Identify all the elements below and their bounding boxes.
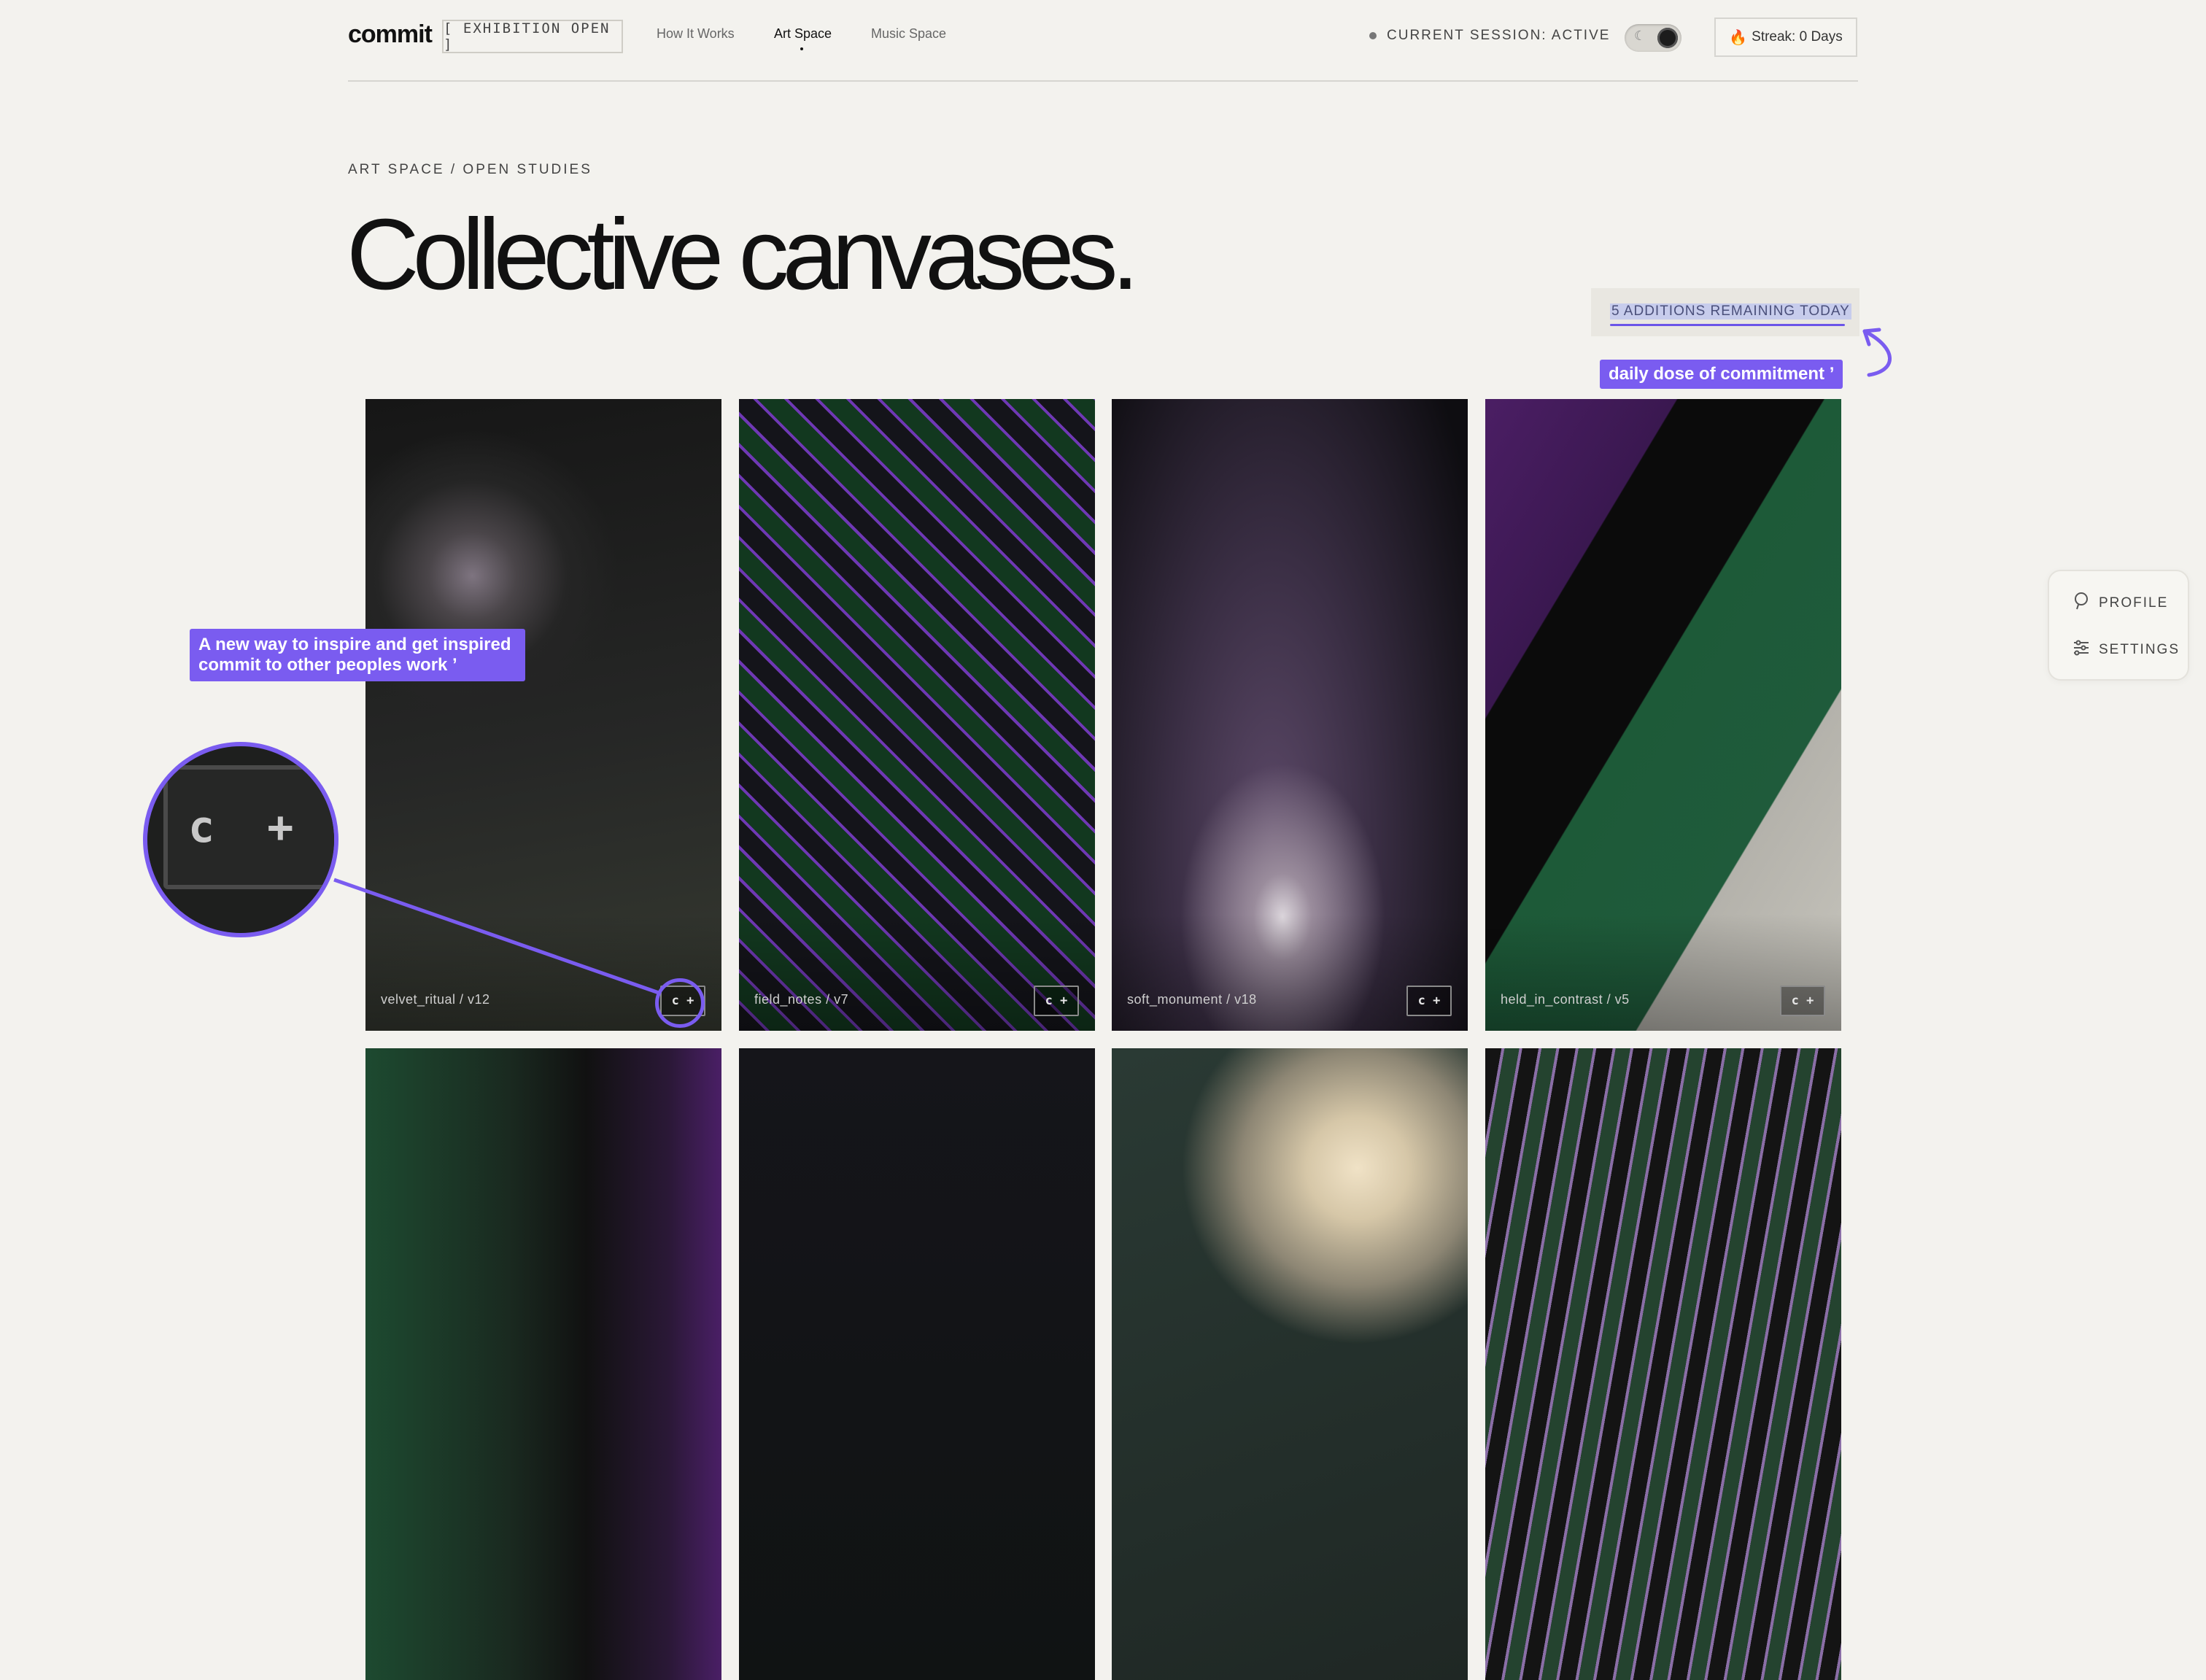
highlight-underline (1610, 324, 1845, 326)
side-menu-profile[interactable]: PROFILE (2071, 592, 2168, 615)
moon-icon: ☾ (1634, 28, 1646, 43)
fire-icon: 🔥 (1729, 29, 1748, 46)
canvas-card[interactable]: held_in_contrast / v5 c + (1485, 399, 1841, 1031)
highlight-ring (655, 978, 705, 1028)
canvas-card-label: velvet_ritual / v12 (381, 992, 490, 1007)
canvas-card-label: held_in_contrast / v5 (1501, 992, 1630, 1007)
remaining-additions-box: 5 ADDITIONS REMAINING TODAY (1591, 288, 1859, 336)
daily-dose-annotation: daily dose of commitment ʼ (1600, 360, 1843, 389)
profile-icon (2071, 592, 2091, 615)
inspire-annotation: A new way to inspire and get inspired co… (190, 629, 525, 681)
canvas-card-label: field_notes / v7 (754, 992, 849, 1007)
inspire-annotation-line2: commit to other peoples work ʼ (198, 655, 457, 675)
active-nav-indicator (800, 47, 803, 50)
session-dot-icon (1369, 32, 1377, 39)
canvas-card[interactable] (739, 1048, 1095, 1680)
side-menu: PROFILE SETTINGS (2048, 570, 2189, 681)
magnified-commit-button: c + (163, 765, 334, 889)
canvas-card[interactable]: field_notes / v7 c + (739, 399, 1095, 1031)
streak-label: Streak: 0 Days (1752, 29, 1843, 44)
remaining-additions-label: 5 ADDITIONS REMAINING TODAY (1610, 303, 1851, 320)
side-menu-settings[interactable]: SETTINGS (2071, 640, 2180, 660)
session-status-label: CURRENT SESSION: ACTIVE (1387, 28, 1611, 43)
nav-how-it-works[interactable]: How It Works (657, 26, 735, 42)
session-status: CURRENT SESSION: ACTIVE (1369, 28, 1610, 44)
exhibition-status-badge: [ EXHIBITION OPEN ] (442, 20, 623, 53)
nav-music-space[interactable]: Music Space (871, 26, 946, 42)
canvas-card[interactable] (1485, 1048, 1841, 1680)
canvas-card-label: soft_monument / v18 (1127, 992, 1257, 1007)
nav-art-space[interactable]: Art Space (774, 26, 832, 42)
commit-add-button[interactable]: c + (1034, 986, 1079, 1016)
inspire-annotation-line1: A new way to inspire and get inspired (198, 635, 511, 654)
annotation-overlay (333, 328, 1892, 996)
canvas-card[interactable] (365, 1048, 721, 1680)
toggle-knob (1657, 28, 1678, 48)
commit-add-button[interactable]: c + (1780, 986, 1825, 1016)
top-navbar: commit [ EXHIBITION OPEN ] How It Works … (348, 0, 1858, 82)
side-menu-settings-label: SETTINGS (2099, 642, 2180, 657)
magnifier-callout: c + (143, 742, 338, 937)
page-title: Collective canvases. (347, 198, 1139, 311)
breadcrumb: ART SPACE / OPEN STUDIES (348, 162, 592, 177)
canvas-card[interactable]: soft_monument / v18 c + (1112, 399, 1468, 1031)
canvas-card[interactable]: velvet_ritual / v12 c + (365, 399, 721, 1031)
commit-add-button[interactable]: c + (1406, 986, 1452, 1016)
curved-arrow-icon (1862, 329, 1892, 377)
settings-icon (2071, 640, 2091, 660)
canvas-card[interactable] (1112, 1048, 1468, 1680)
arrow-head (1862, 328, 1881, 347)
side-menu-profile-label: PROFILE (2099, 595, 2169, 611)
streak-button[interactable]: 🔥 Streak: 0 Days (1714, 18, 1857, 57)
brand-logo[interactable]: commit (348, 20, 433, 49)
theme-toggle[interactable]: ☾ (1625, 24, 1681, 52)
